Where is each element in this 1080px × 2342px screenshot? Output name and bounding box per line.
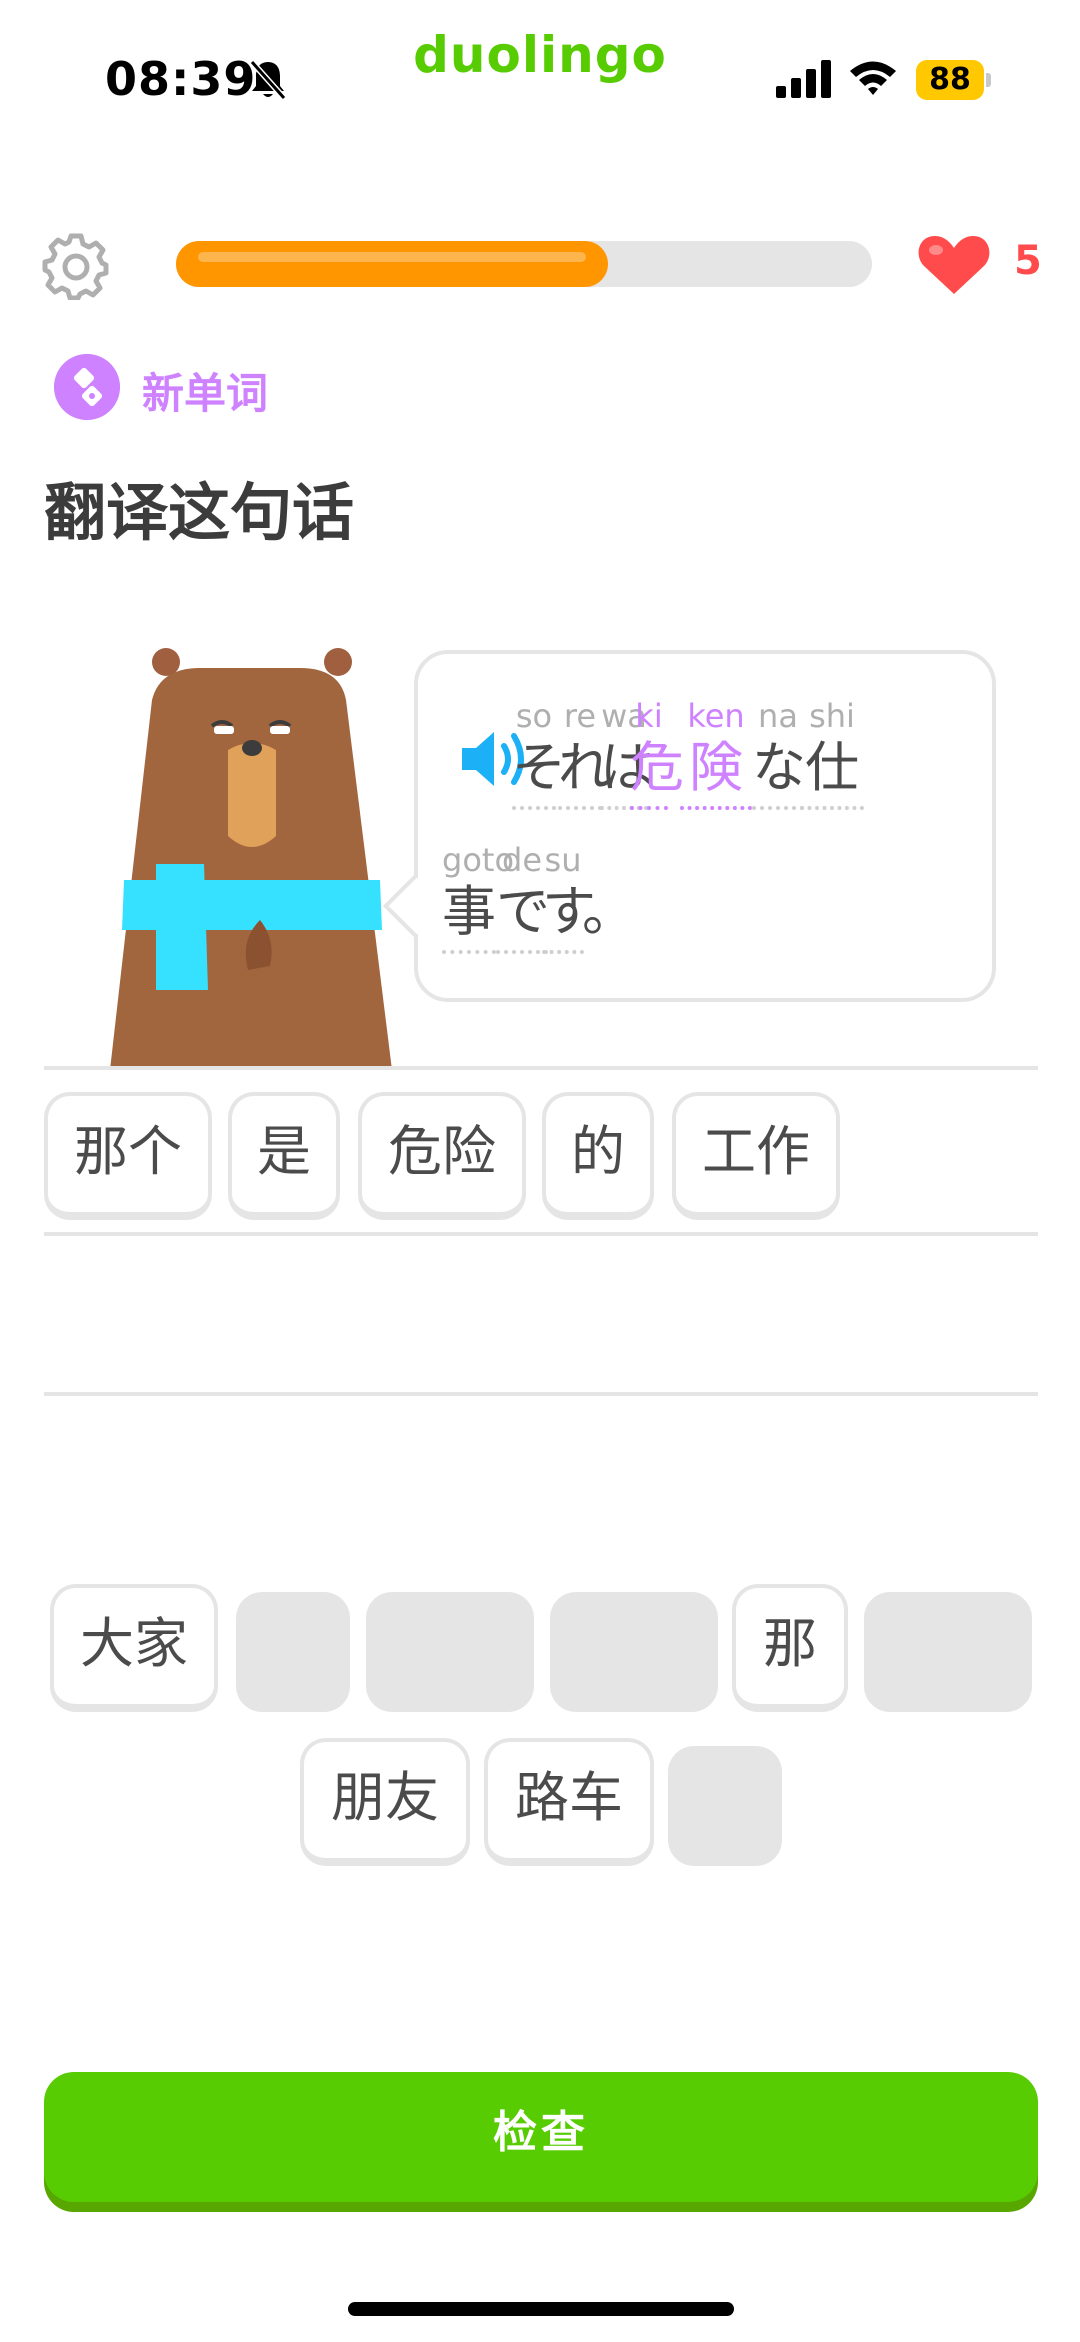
check-button[interactable]: 检查 <box>44 2072 1038 2202</box>
token-romaji: shi <box>809 697 855 735</box>
token-japanese: れ <box>558 736 612 799</box>
token-japanese: 。 <box>582 880 636 943</box>
battery-icon: 88 <box>916 60 991 100</box>
word-bank-chip[interactable]: 路车 <box>484 1738 654 1866</box>
answer-word-chip[interactable]: 危险 <box>358 1092 526 1220</box>
word-bank-chip[interactable]: 那 <box>732 1584 848 1712</box>
prompt-token[interactable]: ken 険 <box>680 696 752 810</box>
lesson-progress-fill <box>176 241 608 287</box>
status-bar: 08:39 duolingo 88 <box>0 0 1080 150</box>
token-romaji: de <box>502 841 542 879</box>
battery-level: 88 <box>929 62 971 97</box>
prompt-token[interactable]: de で <box>496 840 550 954</box>
prompt-token[interactable]: ki 危 <box>630 696 684 810</box>
word-bank-empty-slot <box>366 1592 534 1712</box>
hearts-count: 5 <box>1014 238 1042 284</box>
prompt-speech-bubble: so そ re れ wa は ki 危 ken 険 na な shi 仕 goto 事 de で su す。 <box>382 650 996 1002</box>
lesson-progress-bar <box>176 241 872 287</box>
word-bank-empty-slot <box>550 1592 718 1712</box>
lesson-progress-shine <box>198 252 586 262</box>
cellular-signal-icon <box>776 60 831 98</box>
prompt-token[interactable]: shi 仕 <box>800 696 864 810</box>
word-bank-empty-slot <box>864 1592 1032 1712</box>
answer-word-chip[interactable]: 是 <box>228 1092 340 1220</box>
token-romaji: na <box>758 697 798 735</box>
challenge-instruction: 翻译这句话 <box>44 476 355 549</box>
token-underline <box>680 804 752 810</box>
token-romaji <box>582 840 624 880</box>
token-romaji: su <box>544 841 582 879</box>
token-underline <box>630 804 668 810</box>
token-underline <box>752 804 804 810</box>
token-japanese: す <box>542 880 596 943</box>
token-romaji: ken <box>687 697 745 735</box>
prompt-token[interactable]: su す <box>542 840 596 954</box>
answer-line-bottom <box>44 1392 1038 1396</box>
token-underline <box>512 804 556 810</box>
word-bank-empty-slot <box>668 1746 782 1866</box>
token-underline <box>442 948 496 954</box>
token-underline <box>542 948 584 954</box>
token-underline <box>558 804 602 810</box>
token-romaji: so <box>515 697 553 735</box>
gear-icon[interactable] <box>42 232 110 300</box>
answer-word-chip[interactable]: 的 <box>542 1092 654 1220</box>
token-japanese: で <box>496 880 550 943</box>
bear-character-illustration <box>110 648 392 1070</box>
answer-word-chip[interactable]: 工作 <box>672 1092 840 1220</box>
prompt-token[interactable]: na な <box>752 696 806 810</box>
token-underline <box>496 948 548 954</box>
token-romaji: re <box>563 697 597 735</box>
word-bank-chip[interactable]: 朋友 <box>300 1738 470 1866</box>
token-japanese: そ <box>512 736 566 799</box>
token-romaji: goto <box>442 841 515 879</box>
answer-word-chip[interactable]: 那个 <box>44 1092 212 1220</box>
prompt-token[interactable]: re れ <box>558 696 612 810</box>
wifi-icon <box>850 61 896 95</box>
word-bank-chip[interactable]: 大家 <box>50 1584 218 1712</box>
new-word-badge-icon <box>54 354 120 420</box>
answer-line-middle <box>44 1232 1038 1236</box>
token-japanese: 険 <box>689 736 743 799</box>
heart-icon <box>918 236 990 294</box>
token-japanese: 危 <box>630 736 684 799</box>
token-underline <box>800 804 864 810</box>
prompt-token[interactable]: 。 <box>582 840 636 954</box>
answer-line-top <box>44 1066 1038 1070</box>
token-underline <box>582 948 624 954</box>
home-indicator <box>348 2302 734 2316</box>
token-japanese: な <box>752 736 806 799</box>
word-bank-empty-slot <box>236 1592 350 1712</box>
token-romaji: ki <box>635 697 663 735</box>
new-word-label: 新单词 <box>142 369 269 418</box>
token-japanese: 仕 <box>805 736 859 799</box>
prompt-token[interactable]: so そ <box>512 696 566 810</box>
token-japanese: 事 <box>442 880 496 943</box>
prompt-token[interactable]: goto 事 <box>442 840 515 954</box>
